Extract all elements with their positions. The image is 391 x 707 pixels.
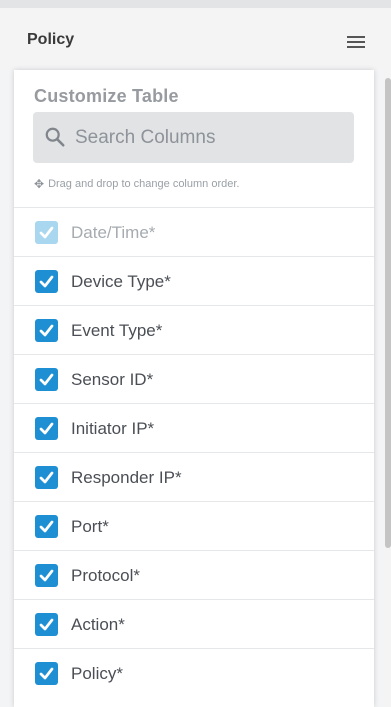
- column-label: Initiator IP*: [71, 419, 155, 438]
- checkbox-responder-ip[interactable]: [35, 466, 58, 489]
- checkbox-date-time: [35, 221, 58, 244]
- column-label: Policy*: [71, 664, 123, 683]
- column-label: Date/Time*: [71, 223, 156, 242]
- column-row-action[interactable]: Action*: [14, 599, 374, 648]
- column-row-date-time[interactable]: Date/Time*: [14, 207, 374, 256]
- column-row-device-type[interactable]: Device Type*: [14, 256, 374, 305]
- column-label: Device Type*: [71, 272, 171, 291]
- checkbox-port[interactable]: [35, 515, 58, 538]
- column-label: Port*: [71, 517, 109, 536]
- column-row-responder-ip[interactable]: Responder IP*: [14, 452, 374, 501]
- column-row-policy[interactable]: Policy*: [14, 648, 374, 697]
- column-label: Sensor ID*: [71, 370, 154, 389]
- column-row-protocol[interactable]: Protocol*: [14, 550, 374, 599]
- move-icon: ✥: [34, 177, 45, 191]
- column-list: Date/Time* Device Type* Event Type* Sens…: [14, 207, 374, 697]
- checkbox-sensor-id[interactable]: [35, 368, 58, 391]
- checkbox-policy[interactable]: [35, 662, 58, 685]
- scrollbar-thumb[interactable]: [385, 78, 391, 548]
- hamburger-menu-icon[interactable]: [347, 36, 365, 50]
- column-label: Event Type*: [71, 321, 163, 340]
- policy-page: Policy Customize Table Search Columns ✥ D…: [0, 0, 391, 707]
- drag-hint: ✥ Drag and drop to change column order.: [34, 177, 239, 191]
- search-input[interactable]: Search Columns: [33, 112, 354, 163]
- column-row-sensor-id[interactable]: Sensor ID*: [14, 354, 374, 403]
- column-label: Protocol*: [71, 566, 140, 585]
- page-header: Policy: [0, 8, 391, 70]
- search-icon: [45, 127, 65, 147]
- panel-title: Customize Table: [34, 86, 179, 106]
- checkbox-event-type[interactable]: [35, 319, 58, 342]
- checkbox-initiator-ip[interactable]: [35, 417, 58, 440]
- drag-hint-text: Drag and drop to change column order.: [48, 178, 240, 190]
- checkbox-action[interactable]: [35, 613, 58, 636]
- column-row-event-type[interactable]: Event Type*: [14, 305, 374, 354]
- column-row-initiator-ip[interactable]: Initiator IP*: [14, 403, 374, 452]
- top-bar-strip: [0, 0, 391, 8]
- column-row-port[interactable]: Port*: [14, 501, 374, 550]
- checkbox-protocol[interactable]: [35, 564, 58, 587]
- customize-table-panel: Customize Table Search Columns ✥ Drag and…: [14, 70, 374, 707]
- column-label: Responder IP*: [71, 468, 182, 487]
- page-title: Policy: [27, 31, 75, 48]
- column-label: Action*: [71, 615, 125, 634]
- search-placeholder: Search Columns: [75, 127, 216, 148]
- checkbox-device-type[interactable]: [35, 270, 58, 293]
